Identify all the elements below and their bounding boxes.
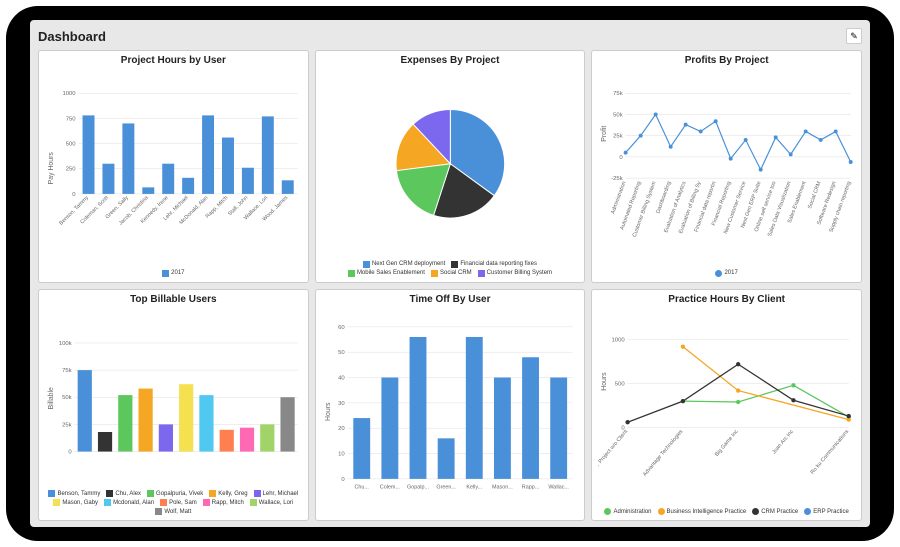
svg-text:50k: 50k [613, 112, 623, 118]
legend-item: ERP Practice [804, 508, 849, 515]
svg-text:30: 30 [338, 400, 345, 406]
svg-text:Green...: Green... [436, 484, 456, 490]
svg-text:Profit: Profit [601, 126, 608, 142]
legend: 2017 [45, 269, 302, 278]
svg-text:0: 0 [341, 476, 345, 482]
svg-text:Mason...: Mason... [492, 484, 513, 490]
chart-title: Profits By Project [598, 55, 855, 66]
pencil-icon: ✎ [850, 31, 858, 42]
legend-item: Chu, Alex [106, 490, 141, 497]
svg-text:Dashboarding: Dashboarding [656, 181, 673, 215]
svg-text:Billable: Billable [48, 386, 55, 408]
svg-text:1000: 1000 [612, 337, 626, 343]
svg-text:40: 40 [338, 375, 345, 381]
svg-text:Big Game Inc: Big Game Inc [714, 428, 740, 457]
svg-text:Colem...: Colem... [379, 484, 400, 490]
page-title: Dashboard [38, 29, 106, 44]
card-profits-by-project: Profits By Project -25k025k50k75kAdminis… [591, 50, 862, 283]
svg-text:Ro ku Communications: Ro ku Communications [810, 428, 851, 475]
legend-item: Mobile Sales Enablement [348, 270, 425, 277]
svg-text:Social CRM: Social CRM [808, 180, 824, 209]
chart-title: Project Hours by User [45, 55, 302, 66]
card-practice-hours-by-client: Practice Hours By Client 05001000No Clie… [591, 289, 862, 522]
legend-item: Mcdonald, Alan [104, 499, 154, 506]
dashboard-header: Dashboard ✎ [38, 26, 862, 46]
legend-item: Next Gen CRM deployment [363, 261, 445, 268]
svg-text:60: 60 [338, 324, 345, 330]
edit-button[interactable]: ✎ [846, 28, 862, 44]
svg-text:20: 20 [338, 426, 345, 432]
legend-item: Business Intelligence Practice [658, 508, 747, 515]
chart-title: Top Billable Users [45, 294, 302, 305]
legend-item: Mason, Gaby [53, 499, 98, 506]
legend-item: Rapp, Mitch [203, 499, 244, 506]
legend-item: Pole, Sam [160, 499, 197, 506]
svg-text:0: 0 [620, 155, 624, 161]
svg-text:500: 500 [615, 381, 626, 387]
svg-text:Joan Arc Inc: Joan Arc Inc [772, 428, 796, 455]
svg-text:75k: 75k [62, 368, 72, 374]
legend-item: Financial data reporting fixes [451, 261, 537, 268]
svg-text:25k: 25k [613, 134, 623, 140]
svg-text:500: 500 [66, 142, 77, 148]
tablet-frame: Dashboard ✎ Project Hours by User 0 250 50… [6, 6, 894, 541]
legend-item: Customer Billing System [478, 270, 552, 277]
svg-text:50k: 50k [62, 395, 72, 401]
svg-text:250: 250 [66, 167, 77, 173]
legend: Next Gen CRM deployment Financial data re… [322, 260, 579, 278]
chart-title: Expenses By Project [322, 55, 579, 66]
screen: Dashboard ✎ Project Hours by User 0 250 50… [30, 20, 870, 527]
legend-item: Benson, Tammy [48, 490, 100, 497]
legend-item: Lehr, Michael [254, 490, 299, 497]
card-expenses-by-project: Expenses By Project Next Gen CRM deploym… [315, 50, 586, 283]
legend-item: Wolf, Matt [155, 508, 191, 515]
svg-text:Rapp...: Rapp... [521, 484, 539, 490]
svg-text:100k: 100k [59, 340, 72, 346]
bar-chart: 0 10 20 30 40 50 60 Chu... Colem... Gopalp... Gree… [322, 307, 579, 517]
svg-text:Wallac...: Wallac... [548, 484, 569, 490]
legend-item: Gopalpuria, Vivek [147, 490, 203, 497]
svg-text:Administration: Administration [610, 181, 627, 215]
line-chart: 05001000No Client: Project w/o ClientAdv… [598, 307, 855, 508]
chart-title: Practice Hours By Client [598, 294, 855, 305]
line-chart: -25k025k50k75kAdministrationAutomated Re… [598, 68, 855, 269]
pie-chart [322, 68, 579, 260]
bar-chart: 0 25k 50k 75k 100k Billable [45, 307, 302, 490]
card-time-off-by-user: Time Off By User 0 10 20 30 40 50 60 Chu... Cole… [315, 289, 586, 522]
legend-item: Social CRM [431, 270, 472, 277]
svg-text:Hours: Hours [325, 401, 332, 420]
legend-item: CRM Practice [752, 508, 798, 515]
legend-item: Administration [604, 508, 651, 515]
svg-text:50: 50 [338, 350, 345, 356]
svg-text:Hours: Hours [601, 371, 608, 390]
card-top-billable-users: Top Billable Users 0 25k 50k 75k 100k Billabl… [38, 289, 309, 522]
chart-grid: Project Hours by User 02505007501000Bens… [38, 50, 862, 521]
svg-text:Gopalp...: Gopalp... [407, 484, 429, 490]
legend: Administration Business Intelligence Prac… [598, 507, 855, 516]
svg-text:Pay Hours: Pay Hours [48, 152, 55, 185]
legend: 2017 [598, 269, 855, 278]
bar-chart: 02505007501000Benson, TammyColeman, Scot… [45, 68, 302, 269]
svg-text:Chu...: Chu... [354, 484, 369, 490]
chart-title: Time Off By User [322, 294, 579, 305]
card-project-hours-by-user: Project Hours by User 02505007501000Bens… [38, 50, 309, 283]
legend-item: Wallace, Lori [250, 499, 293, 506]
svg-text:10: 10 [338, 451, 345, 457]
legend: Benson, Tammy Chu, Alex Gopalpuria, Vivek K… [45, 489, 302, 516]
svg-text:Advantage Technologies: Advantage Technologies [642, 428, 685, 477]
svg-text:750: 750 [66, 116, 77, 122]
legend-item: Kelly, Greg [209, 490, 247, 497]
svg-text:25k: 25k [62, 422, 72, 428]
svg-text:0: 0 [68, 449, 72, 455]
svg-text:No Client: Project w/o Client: No Client: Project w/o Client [598, 428, 629, 484]
svg-text:1000: 1000 [62, 91, 76, 97]
svg-text:0: 0 [72, 192, 76, 198]
svg-text:75k: 75k [613, 91, 623, 97]
svg-text:Kelly...: Kelly... [466, 484, 482, 490]
